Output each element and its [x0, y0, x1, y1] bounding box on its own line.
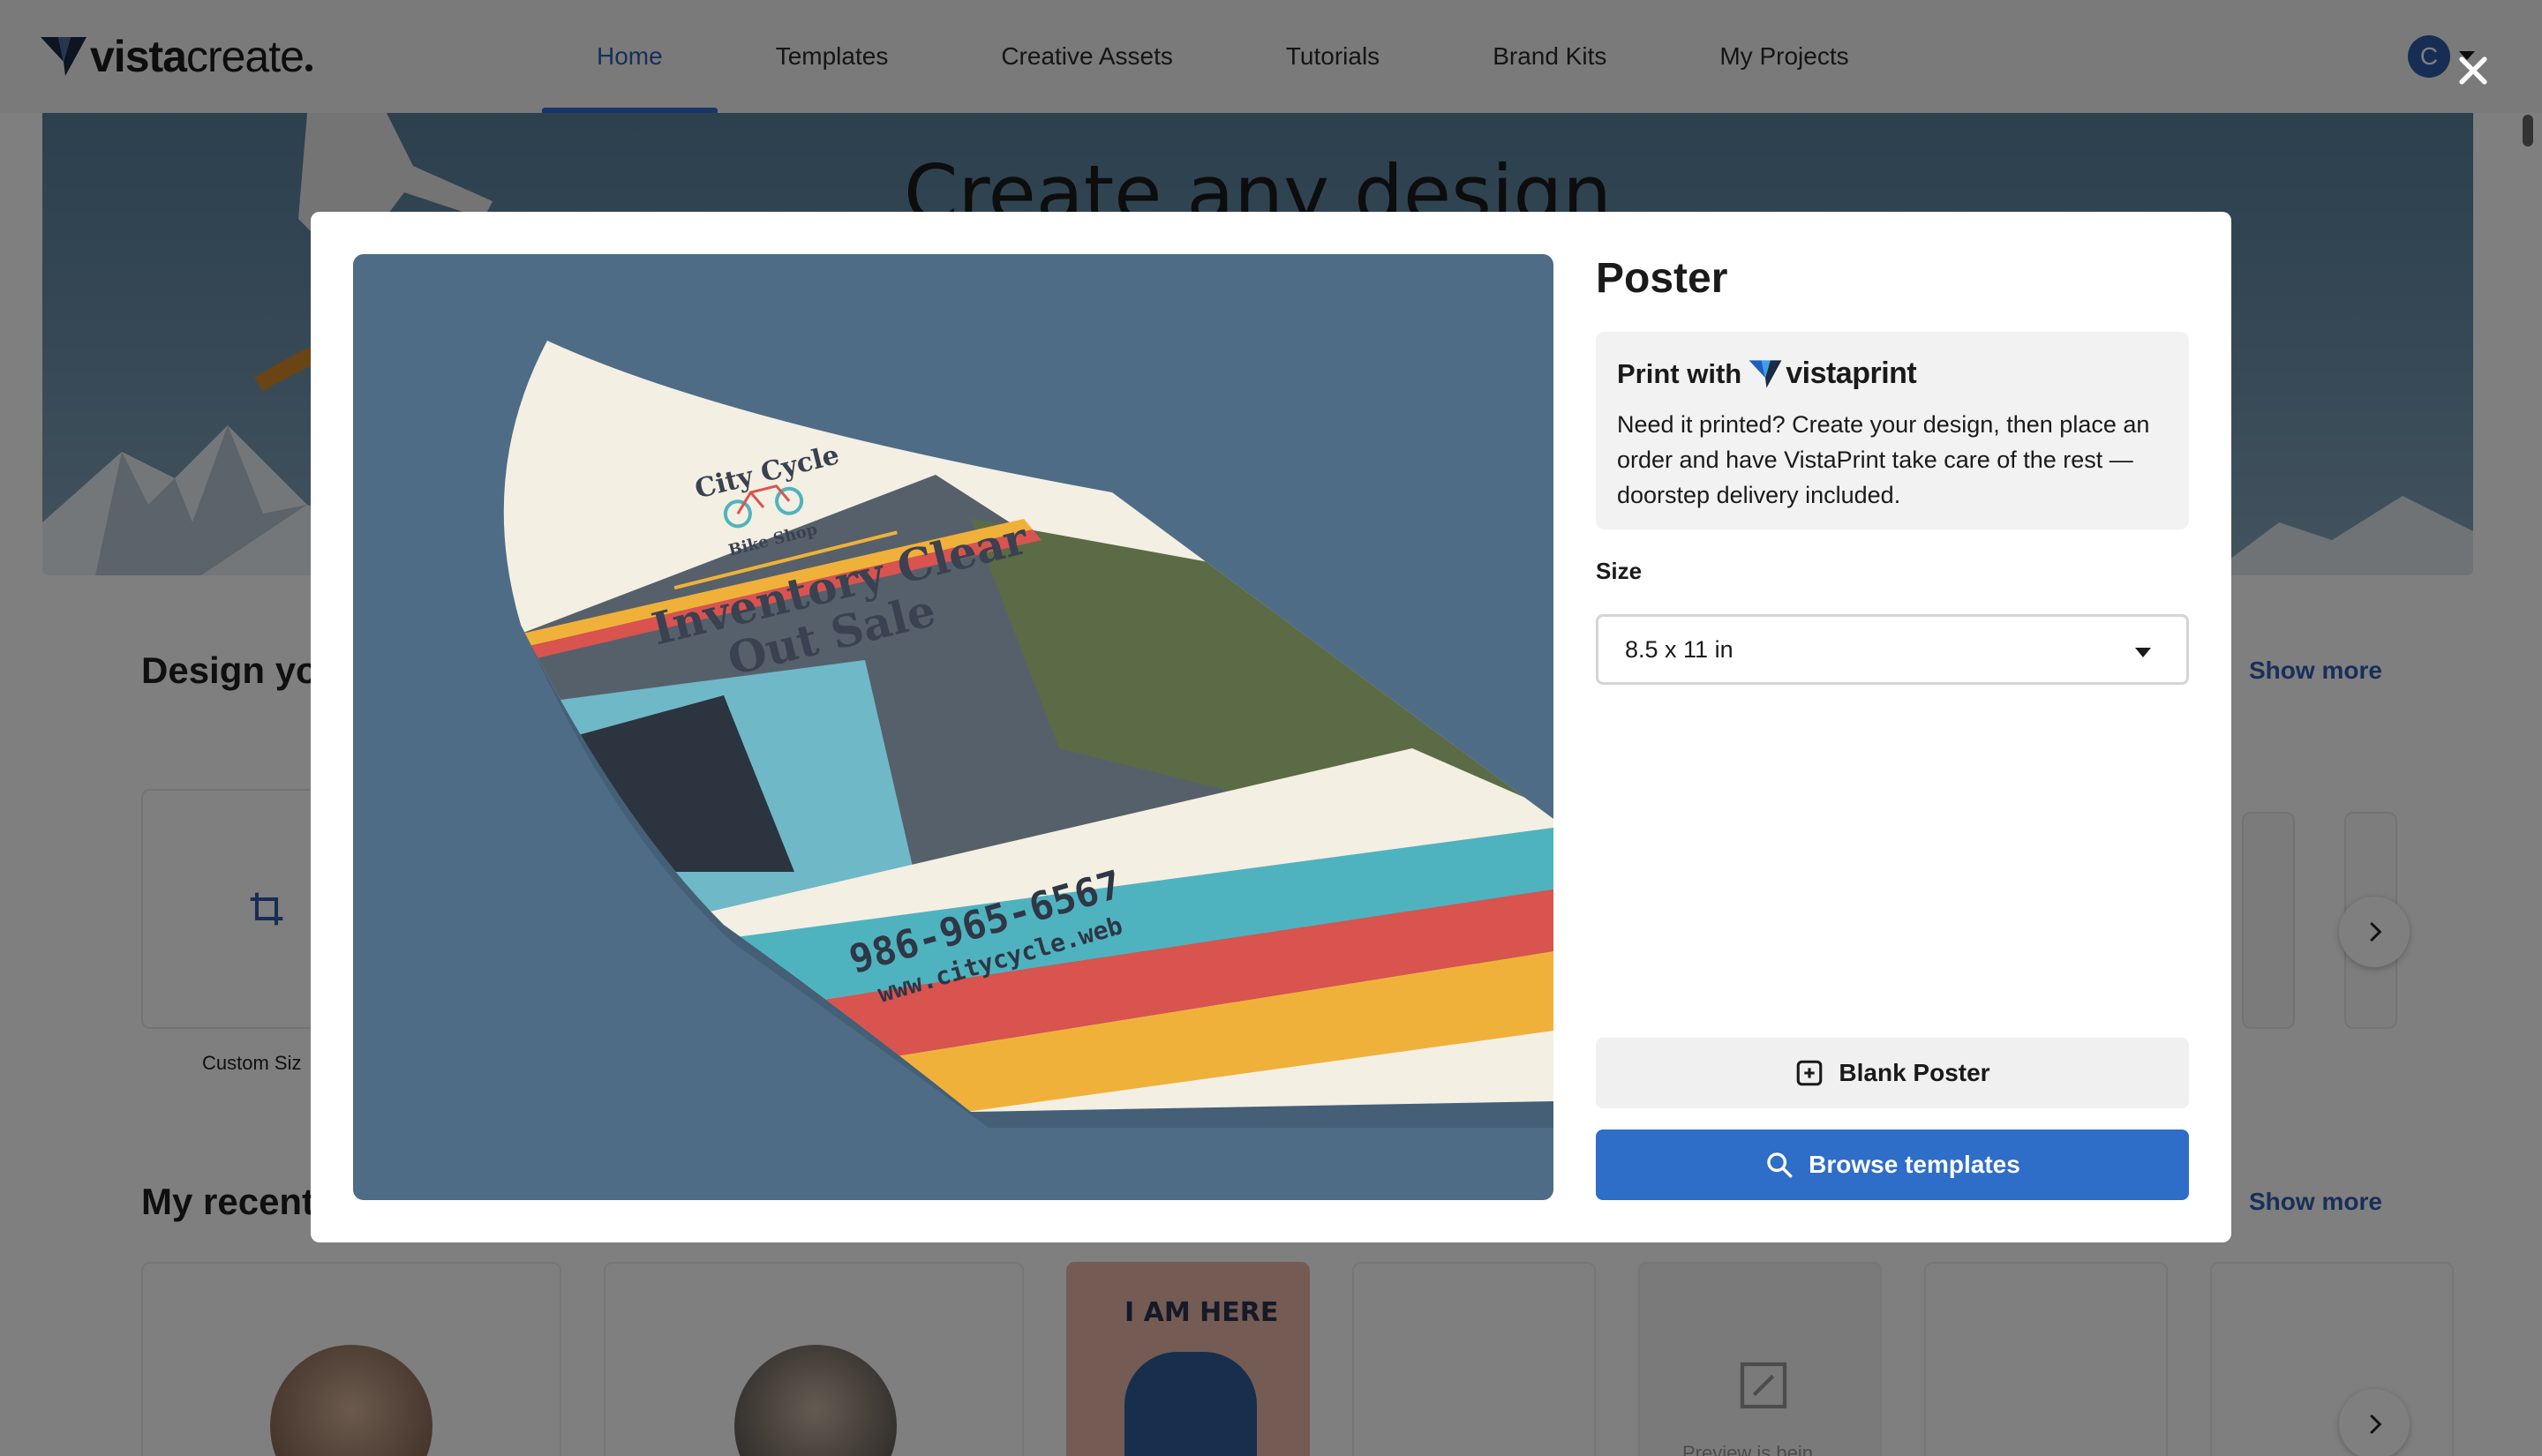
close-icon[interactable] [2454, 51, 2493, 90]
size-label: Size [1596, 558, 1643, 584]
size-select[interactable]: 8.5 x 11 in [1596, 614, 2189, 685]
chevron-down-icon [2135, 648, 2151, 657]
vistaprint-logo: vistaprint [1749, 356, 1917, 391]
vistaprint-info-box: Print with vistaprint Need it printed? C… [1596, 332, 2189, 529]
print-with-label: Print with [1617, 357, 1742, 389]
size-selected-value: 8.5 x 11 in [1625, 635, 1734, 663]
print-with-heading: Print with vistaprint [1617, 356, 2168, 391]
browse-templates-button[interactable]: Browse templates [1596, 1130, 2189, 1200]
poster-mockup-illustration: City Cycle Bike Shop Inventory Clear Out… [503, 341, 1553, 1128]
modal-title: Poster [1596, 255, 1728, 302]
search-icon [1764, 1150, 1794, 1180]
blank-poster-button[interactable]: Blank Poster [1596, 1038, 2189, 1108]
vistaprint-wordmark: vistaprint [1786, 356, 1917, 390]
vistaprint-logo-mark-icon [1749, 359, 1782, 388]
page-scrollbar[interactable] [2523, 115, 2533, 146]
blank-poster-label: Blank Poster [1839, 1059, 1990, 1086]
poster-modal: City Cycle Bike Shop Inventory Clear Out… [311, 212, 2231, 1242]
poster-preview-image: City Cycle Bike Shop Inventory Clear Out… [353, 254, 1553, 1200]
browse-templates-label: Browse templates [1809, 1151, 2020, 1178]
plus-square-icon [1794, 1058, 1824, 1088]
print-description: Need it printed? Create your design, the… [1617, 411, 2150, 508]
